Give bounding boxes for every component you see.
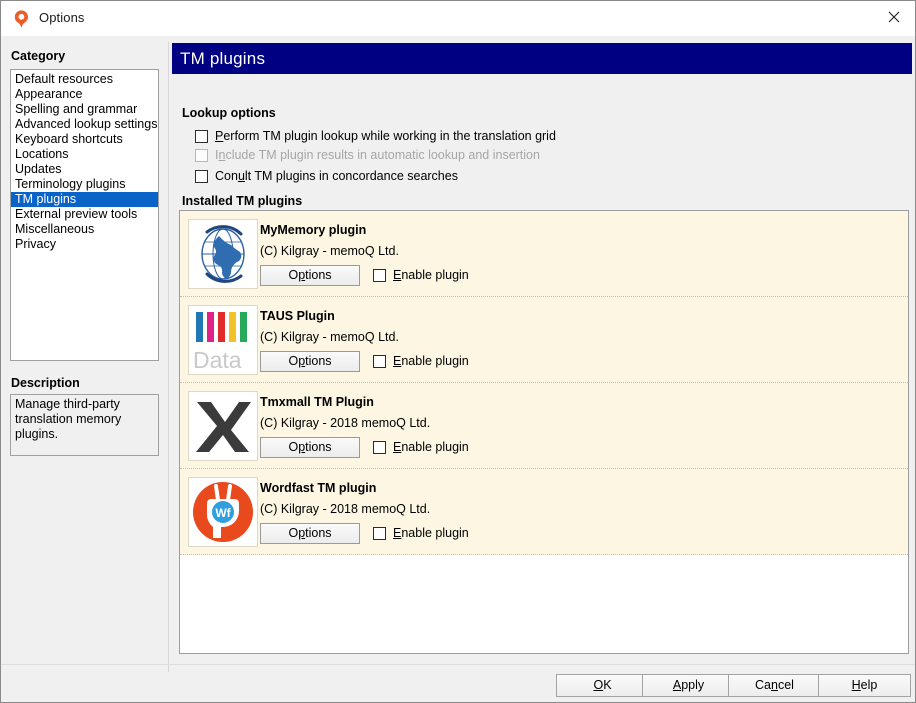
lookup-options-heading: Lookup options — [182, 106, 276, 120]
plugin-copyright: (C) Kilgray - memoQ Ltd. — [260, 244, 399, 258]
plugin-row[interactable]: MyMemory plugin (C) Kilgray - memoQ Ltd. O… — [180, 211, 908, 297]
checkbox-icon[interactable] — [373, 269, 386, 282]
title-bar: Options — [1, 1, 916, 36]
checkbox-icon — [195, 149, 208, 162]
checkbox-icon[interactable] — [373, 355, 386, 368]
page-title: TM plugins — [172, 43, 912, 74]
enable-plugin-label: Enable plugin — [393, 440, 469, 454]
description-box: Manage third-party translation memory pl… — [10, 394, 159, 456]
tmxmall-x-icon — [188, 391, 258, 461]
sidebar-item-advanced-lookup-settings[interactable]: Advanced lookup settings — [11, 117, 158, 132]
checkbox-icon[interactable] — [195, 170, 208, 183]
wordfast-plug-icon: Wf — [189, 478, 257, 546]
sidebar-item-tm-plugins[interactable]: TM plugins — [11, 192, 158, 207]
installed-plugins-panel[interactable]: MyMemory plugin (C) Kilgray - memoQ Ltd. O… — [179, 210, 909, 654]
taus-data-bars-icon: Data — [189, 306, 257, 374]
plugin-name: TAUS Plugin — [260, 309, 335, 323]
sidebar-item-external-preview-tools[interactable]: External preview tools — [11, 207, 158, 222]
plugin-row[interactable]: Data TAUS Plugin (C) Kilgray - memoQ Ltd. O… — [180, 297, 908, 383]
plugin-copyright: (C) Kilgray - 2018 memoQ Ltd. — [260, 502, 430, 516]
lookup-option-2: Include TM plugin results in automatic l… — [195, 147, 540, 163]
plugin-options-button[interactable]: Options — [260, 523, 360, 544]
lookup-option-1[interactable]: Perform TM plugin lookup while working i… — [195, 128, 556, 144]
lookup-option-3[interactable]: Conult TM plugins in concordance searche… — [195, 168, 458, 184]
enable-plugin-checkbox-row[interactable]: Enable plugin — [373, 440, 469, 454]
vertical-divider — [168, 42, 169, 672]
cancel-button[interactable]: Cancel — [728, 674, 821, 697]
help-button[interactable]: Help — [818, 674, 911, 697]
svg-text:Wf: Wf — [215, 506, 231, 520]
close-icon — [888, 11, 900, 23]
enable-plugin-checkbox-row[interactable]: Enable plugin — [373, 526, 469, 540]
taus-data-bars-icon: Data — [188, 305, 258, 375]
window-title: Options — [39, 10, 85, 25]
sidebar-item-default-resources[interactable]: Default resources — [11, 72, 158, 87]
plugin-copyright: (C) Kilgray - 2018 memoQ Ltd. — [260, 416, 430, 430]
plugin-name: MyMemory plugin — [260, 223, 366, 237]
memoq-logo-icon — [12, 9, 31, 28]
enable-plugin-checkbox-row[interactable]: Enable plugin — [373, 268, 469, 282]
ok-button[interactable]: OK — [556, 674, 649, 697]
sidebar-item-privacy[interactable]: Privacy — [11, 237, 158, 252]
sidebar-item-terminology-plugins[interactable]: Terminology plugins — [11, 177, 158, 192]
enable-plugin-label: Enable plugin — [393, 354, 469, 368]
enable-plugin-label: Enable plugin — [393, 526, 469, 540]
sidebar-item-keyboard-shortcuts[interactable]: Keyboard shortcuts — [11, 132, 158, 147]
plugin-name: Tmxmall TM Plugin — [260, 395, 374, 409]
plugin-row[interactable]: Tmxmall TM Plugin (C) Kilgray - 2018 memo… — [180, 383, 908, 469]
plugin-options-button[interactable]: Options — [260, 437, 360, 458]
enable-plugin-label: Enable plugin — [393, 268, 469, 282]
description-heading: Description — [11, 376, 80, 390]
globe-icon — [188, 219, 258, 289]
tmxmall-x-icon — [189, 392, 257, 460]
plugin-options-button[interactable]: Options — [260, 265, 360, 286]
sidebar-item-locations[interactable]: Locations — [11, 147, 158, 162]
checkbox-icon[interactable] — [373, 527, 386, 540]
plugin-copyright: (C) Kilgray - memoQ Ltd. — [260, 330, 399, 344]
sidebar-item-appearance[interactable]: Appearance — [11, 87, 158, 102]
plugin-row[interactable]: Wf Wordfast TM plugin (C) Kilgray - 2018 m… — [180, 469, 908, 555]
svg-text:Data: Data — [193, 347, 242, 373]
options-dialog: Options Category Default resourcesAppear… — [0, 0, 916, 703]
wordfast-plug-icon: Wf — [188, 477, 258, 547]
checkbox-icon[interactable] — [373, 441, 386, 454]
apply-button[interactable]: Apply — [642, 674, 735, 697]
sidebar-item-updates[interactable]: Updates — [11, 162, 158, 177]
footer-divider — [1, 664, 916, 665]
plugin-options-button[interactable]: Options — [260, 351, 360, 372]
globe-icon — [189, 220, 257, 288]
enable-plugin-checkbox-row[interactable]: Enable plugin — [373, 354, 469, 368]
plugin-name: Wordfast TM plugin — [260, 481, 376, 495]
sidebar-item-miscellaneous[interactable]: Miscellaneous — [11, 222, 158, 237]
category-heading: Category — [11, 49, 65, 63]
checkbox-icon[interactable] — [195, 130, 208, 143]
close-button[interactable] — [871, 1, 916, 33]
installed-plugins-heading: Installed TM plugins — [182, 194, 302, 208]
sidebar-item-spelling-and-grammar[interactable]: Spelling and grammar — [11, 102, 158, 117]
category-list[interactable]: Default resourcesAppearanceSpelling and … — [10, 69, 159, 361]
